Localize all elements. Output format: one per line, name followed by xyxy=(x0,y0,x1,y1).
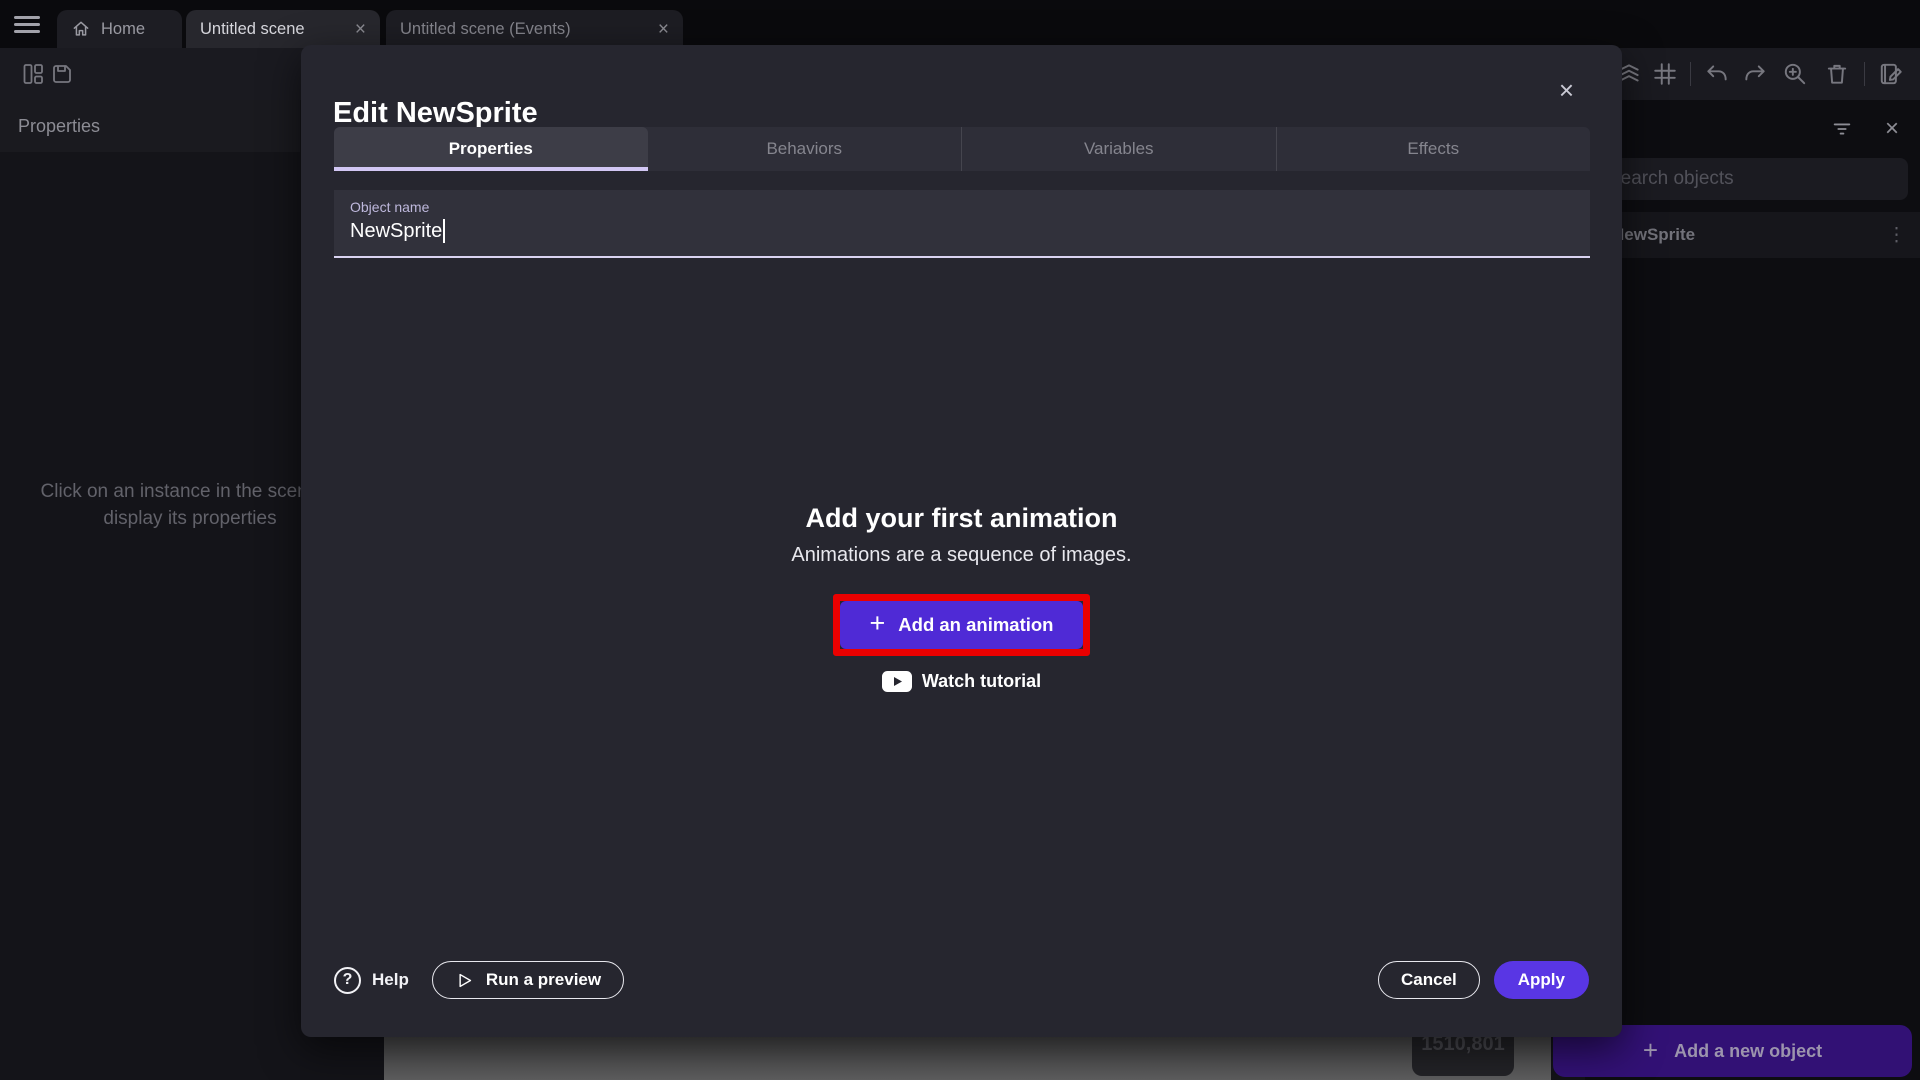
active-tab-underline xyxy=(334,167,648,171)
toolbar-divider xyxy=(1690,62,1691,86)
grid-icon xyxy=(1652,61,1678,87)
tab-label: Untitled scene xyxy=(200,20,305,39)
edit-scene-properties-button[interactable] xyxy=(1878,61,1904,87)
close-icon: × xyxy=(1559,75,1574,105)
properties-panel: Properties xyxy=(0,100,300,1080)
zoom-in-button[interactable] xyxy=(1782,61,1808,87)
toolbar-divider xyxy=(1864,62,1865,86)
delete-button[interactable] xyxy=(1824,61,1850,87)
save-button[interactable] xyxy=(49,61,75,87)
undo-icon xyxy=(1704,61,1730,87)
plus-icon: + xyxy=(870,608,886,639)
zoom-in-icon xyxy=(1782,61,1808,87)
tab-behaviors[interactable]: Behaviors xyxy=(648,127,962,171)
cancel-button[interactable]: Cancel xyxy=(1378,961,1480,999)
search-objects-input[interactable] xyxy=(1594,158,1908,200)
filter-icon xyxy=(1831,118,1853,140)
animations-empty-state: Add your first animation Animations are … xyxy=(301,503,1622,692)
object-name-field-label: Object name xyxy=(350,199,1574,215)
top-tab-bar: Home Untitled scene × Untitled scene (Ev… xyxy=(0,0,1920,48)
save-icon xyxy=(50,62,74,86)
undo-button[interactable] xyxy=(1704,61,1730,87)
text-caret xyxy=(443,219,445,243)
close-tab-icon[interactable]: × xyxy=(355,20,366,39)
hamburger-menu-button[interactable] xyxy=(14,16,40,32)
play-icon xyxy=(455,971,474,990)
help-button[interactable]: ? Help xyxy=(334,967,409,994)
panel-layout-icon xyxy=(21,62,45,86)
scene-canvas[interactable] xyxy=(384,1037,1551,1080)
tab-untitled-scene[interactable]: Untitled scene × xyxy=(186,10,380,48)
run-preview-button[interactable]: Run a preview xyxy=(432,961,624,999)
tab-home[interactable]: Home xyxy=(57,10,182,48)
edit-object-dialog: Edit NewSprite × Properties Behaviors Va… xyxy=(301,45,1622,1037)
youtube-icon xyxy=(882,671,912,692)
help-icon: ? xyxy=(334,967,361,994)
tab-untitled-scene-events[interactable]: Untitled scene (Events) × xyxy=(386,10,683,48)
tab-properties[interactable]: Properties xyxy=(334,127,648,171)
dialog-tab-bar: Properties Behaviors Variables Effects xyxy=(334,127,1590,171)
close-tab-icon[interactable]: × xyxy=(658,20,669,39)
tab-label: Home xyxy=(101,20,145,39)
apply-button[interactable]: Apply xyxy=(1494,961,1589,999)
home-icon xyxy=(71,19,91,39)
gdevelop-app-window: Home Untitled scene × Untitled scene (Ev… xyxy=(0,0,1920,1080)
attention-highlight-box: + Add an animation xyxy=(833,594,1091,656)
kebab-menu-icon[interactable]: ⋮ xyxy=(1887,224,1906,247)
tab-label: Untitled scene (Events) xyxy=(400,20,571,39)
dialog-title: Edit NewSprite xyxy=(333,97,538,130)
properties-panel-title: Properties xyxy=(0,100,300,152)
plus-icon: + xyxy=(1643,1035,1658,1066)
trash-icon xyxy=(1824,61,1850,87)
dialog-close-button[interactable]: × xyxy=(1559,75,1574,106)
redo-icon xyxy=(1742,61,1768,87)
watch-tutorial-link[interactable]: Watch tutorial xyxy=(882,671,1041,692)
toggle-panels-button[interactable] xyxy=(20,61,46,87)
edit-scene-properties-icon xyxy=(1878,61,1904,87)
object-list-item[interactable]: NewSprite ⋮ xyxy=(1585,212,1920,258)
redo-button[interactable] xyxy=(1742,61,1768,87)
object-name-field[interactable]: Object name NewSprite xyxy=(334,190,1590,258)
filter-objects-button[interactable] xyxy=(1830,117,1854,141)
object-name: NewSprite xyxy=(1612,225,1695,245)
tab-effects[interactable]: Effects xyxy=(1276,127,1591,171)
object-name-field-value: NewSprite xyxy=(350,220,442,243)
objects-panel: × NewSprite ⋮ xyxy=(1585,100,1920,1080)
add-animation-button[interactable]: + Add an animation xyxy=(840,601,1084,649)
tab-variables[interactable]: Variables xyxy=(961,127,1276,171)
grid-button[interactable] xyxy=(1652,61,1678,87)
close-icon: × xyxy=(1885,115,1899,143)
objects-panel-close-button[interactable]: × xyxy=(1880,117,1904,141)
dialog-footer: ? Help Run a preview Cancel Apply xyxy=(334,960,1589,1000)
empty-state-title: Add your first animation xyxy=(805,503,1117,534)
empty-state-subtitle: Animations are a sequence of images. xyxy=(791,544,1131,567)
